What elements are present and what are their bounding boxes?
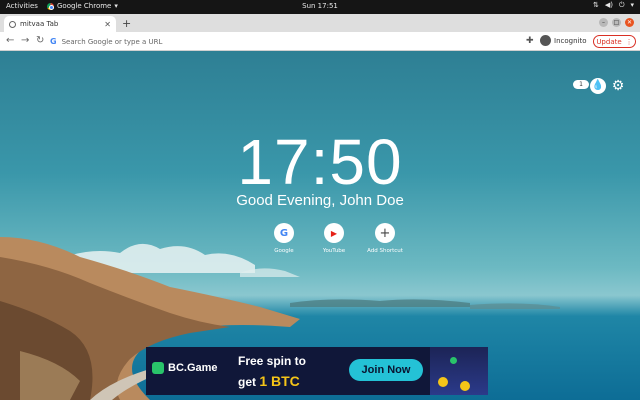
chevron-down-icon: ▾: [630, 1, 634, 9]
water-drop-icon[interactable]: 💧: [590, 78, 606, 94]
incognito-indicator[interactable]: Incognito: [540, 35, 586, 46]
incognito-icon: [540, 35, 551, 46]
extensions-icon[interactable]: ✚: [526, 36, 534, 46]
power-icon: ⏻: [618, 1, 625, 9]
browser-toolbar: ← → ↻ G Search Google or type a URL ✚ In…: [0, 32, 640, 51]
update-label: Update: [596, 37, 622, 46]
ad-banner[interactable]: BC.Game Free spin to get 1 BTC Join Now: [146, 347, 488, 395]
window-controls: – □ ✕: [599, 18, 634, 27]
system-tray[interactable]: ⇅ ◀) ⏻ ▾: [593, 1, 634, 10]
new-tab-page: 1 💧 ⚙ 17:50 Good Evening, John Doe G Goo…: [0, 51, 640, 400]
tab-favicon-icon: [9, 20, 16, 28]
address-bar[interactable]: G Search Google or type a URL: [50, 35, 515, 48]
browser-tab[interactable]: mitvaa Tab ✕: [4, 16, 116, 32]
add-shortcut-button[interactable]: + Add Shortcut: [359, 223, 411, 254]
coin-icon: [460, 381, 470, 391]
update-button[interactable]: Update ⋮: [593, 35, 636, 48]
tab-title: mitvaa Tab: [20, 20, 59, 28]
system-clock[interactable]: Sun 17:51: [0, 2, 640, 10]
greeting-text: Good Evening, John Doe: [236, 192, 404, 209]
google-icon: G: [274, 223, 294, 243]
ad-brand: BC.Game: [152, 362, 218, 374]
back-icon[interactable]: ←: [6, 35, 14, 46]
gear-icon[interactable]: ⚙: [610, 78, 626, 94]
join-now-button[interactable]: Join Now: [349, 359, 423, 381]
minimize-icon[interactable]: –: [599, 18, 608, 27]
more-menu-icon: ⋮: [625, 37, 633, 46]
ad-line-2: get 1 BTC: [238, 371, 306, 392]
volume-icon: ◀): [604, 1, 613, 9]
shortcut-label: Google: [274, 248, 294, 254]
big-clock: 17:50: [237, 126, 403, 198]
network-icon: ⇅: [592, 1, 599, 9]
google-icon: G: [50, 37, 57, 46]
ad-promo-text: Free spin to get 1 BTC: [238, 351, 306, 392]
bc-game-logo-icon: [152, 362, 164, 374]
youtube-icon: ▶: [324, 223, 344, 243]
figure-icon: [450, 357, 457, 364]
ad-artwork: [430, 347, 488, 395]
address-placeholder: Search Google or type a URL: [61, 37, 163, 46]
ad-line-1: Free spin to: [238, 354, 307, 368]
plus-icon: +: [375, 223, 395, 243]
coin-icon: [438, 377, 448, 387]
tab-strip: mitvaa Tab ✕ + – □ ✕: [0, 14, 640, 32]
reload-icon[interactable]: ↻: [36, 35, 44, 46]
ad-line-2-prefix: get: [238, 375, 260, 389]
ad-highlight: 1 BTC: [259, 373, 300, 389]
ad-brand-name: BC.Game: [168, 362, 218, 374]
new-tab-button[interactable]: +: [122, 17, 131, 30]
shortcut-label: YouTube: [322, 248, 346, 254]
shortcut-label: Add Shortcut: [367, 248, 403, 254]
notification-badge[interactable]: 1: [573, 80, 589, 89]
close-tab-icon[interactable]: ✕: [104, 20, 111, 29]
shortcut-google[interactable]: G Google: [258, 223, 310, 254]
shortcut-tiles: G Google ▶ YouTube + Add Shortcut: [258, 223, 410, 265]
maximize-icon[interactable]: □: [612, 18, 621, 27]
incognito-label: Incognito: [554, 36, 587, 45]
shortcut-youtube[interactable]: ▶ YouTube: [308, 223, 360, 254]
close-window-icon[interactable]: ✕: [625, 18, 634, 27]
forward-icon[interactable]: →: [21, 35, 29, 46]
system-top-bar: Activities Google Chrome ▾ Sun 17:51 ⇅ ◀…: [0, 0, 640, 14]
